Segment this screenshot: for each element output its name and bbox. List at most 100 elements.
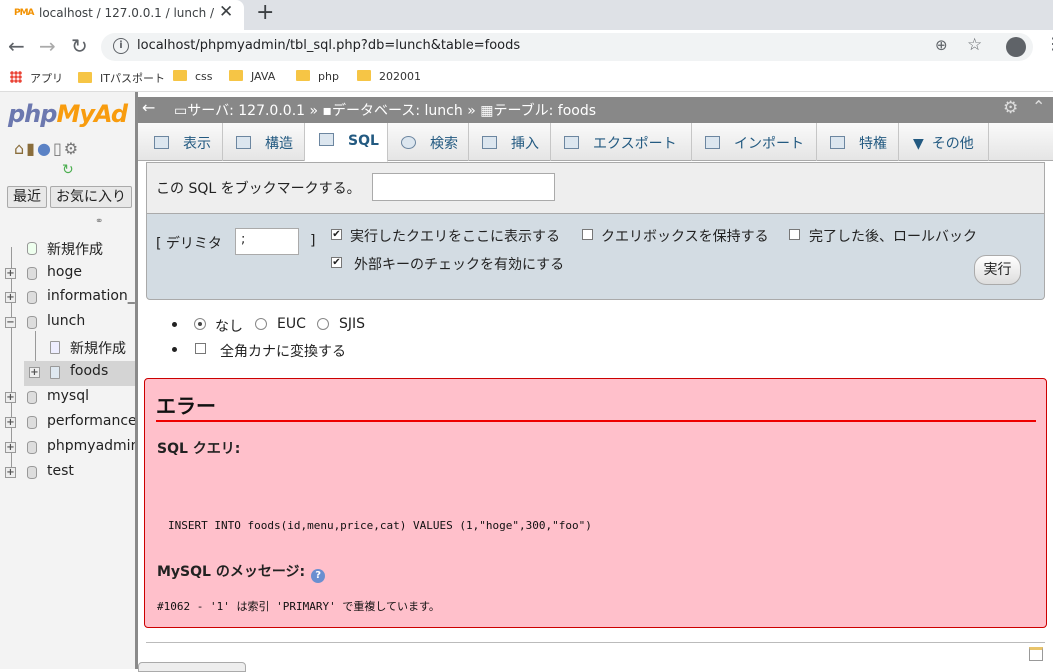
expand-icon[interactable]: +	[5, 268, 16, 279]
breadcrumb-table[interactable]: テーブル: foods	[493, 103, 596, 119]
breadcrumb-server[interactable]: サーバ: 127.0.0.1	[187, 103, 305, 119]
error-title: エラー	[156, 394, 216, 418]
collapse-icon[interactable]: −	[5, 317, 16, 328]
list-bullet	[172, 347, 177, 352]
tab-sql[interactable]: SQL	[305, 123, 388, 162]
keep-box-checkbox[interactable]	[582, 229, 593, 240]
collapse-top-icon[interactable]: ⌃	[1032, 97, 1045, 116]
settings-gear-icon[interactable]: ⚙	[64, 139, 80, 158]
help-icon[interactable]: ?	[311, 569, 326, 583]
logo-text-myadmin: MyAd	[56, 100, 128, 128]
charset-none-label: なし	[215, 319, 243, 335]
tree-item-performance-schema[interactable]: + performance	[0, 411, 135, 436]
breadcrumb-database[interactable]: データベース: lunch	[332, 103, 463, 119]
kana-checkbox[interactable]	[195, 343, 206, 354]
delimiter-input[interactable]: ;	[235, 228, 299, 255]
expand-icon[interactable]: +	[5, 392, 16, 403]
tab-more[interactable]: ▼ その他	[899, 123, 989, 161]
expand-icon[interactable]: +	[5, 417, 16, 428]
info-icon[interactable]: i	[113, 38, 129, 54]
tab-privileges[interactable]: 特権	[817, 123, 899, 161]
charset-euc-label: EUC	[277, 316, 306, 332]
tree-item-information-schema[interactable]: + information_	[0, 286, 135, 311]
tab-structure[interactable]: 構造	[223, 123, 305, 161]
url-input[interactable]: i localhost/phpmyadmin/tbl_sql.php?db=lu…	[101, 33, 1053, 61]
favorites-button[interactable]: お気に入り	[50, 186, 132, 208]
expand-icon[interactable]: +	[5, 442, 16, 453]
new-tab-button[interactable]: +	[256, 0, 274, 25]
tab-insert[interactable]: 挿入	[469, 123, 551, 161]
browser-menu-icon[interactable]: ⋮	[1045, 34, 1053, 53]
tab-import[interactable]: インポート	[692, 123, 817, 161]
rollback-label: 完了した後、ロールバック	[809, 229, 977, 245]
logout-icon[interactable]: ▮	[26, 139, 37, 158]
tree-item-foods[interactable]: + foods	[24, 361, 135, 386]
show-query-label: 実行したクエリをここに表示する	[350, 229, 560, 245]
tab-label: 構造	[265, 136, 293, 152]
bookmark-java[interactable]: JAVA	[229, 70, 275, 83]
settings-gear-icon[interactable]: ⚙	[1003, 98, 1018, 118]
show-query-checkbox[interactable]: ✔	[331, 229, 342, 240]
phpmyadmin-logo[interactable]: phpMyAd	[8, 100, 128, 128]
tree-item-phpmyadmin[interactable]: + phpmyadmin	[0, 436, 135, 461]
bookmark-css[interactable]: css	[173, 70, 213, 83]
tree-item-lunch[interactable]: − lunch	[0, 311, 135, 336]
collapse-nav-arrow-icon[interactable]: ←	[142, 98, 155, 117]
foreign-key-checkbox[interactable]: ✔	[331, 257, 342, 268]
browser-tab[interactable]: PMA localhost / 127.0.0.1 / lunch / foo …	[0, 0, 244, 30]
phpmyadmin-favicon-icon: PMA	[14, 8, 35, 18]
database-icon	[27, 291, 37, 304]
database-icon	[27, 466, 37, 479]
tree-item-label: hoge	[47, 264, 82, 280]
tree-item-label: mysql	[47, 388, 89, 404]
bookmark-itpassport[interactable]: ITパスポート	[78, 70, 165, 86]
tab-label: 検索	[430, 136, 458, 152]
rollback-checkbox[interactable]	[789, 229, 800, 240]
folder-icon	[229, 70, 243, 81]
tree-item-new-database[interactable]: 新規作成	[0, 237, 135, 262]
bookmark-star-icon[interactable]: ☆	[967, 35, 982, 55]
charset-euc-radio[interactable]	[255, 318, 267, 330]
docs-icon[interactable]: ▯	[53, 139, 64, 158]
tree-item-new-table[interactable]: 新規作成	[0, 336, 135, 361]
table-tabs: 表示 構造 SQL 検索 挿入 エクスポート インポート 特権 ▼ その他	[138, 123, 1053, 162]
tab-browse[interactable]: 表示	[138, 123, 223, 161]
table-small-icon: ▦	[480, 103, 494, 119]
bookmark-apps[interactable]: アプリ	[10, 70, 63, 86]
reload-icon[interactable]: ↻	[71, 34, 88, 58]
tree-item-hoge[interactable]: + hoge	[0, 262, 135, 287]
recent-button[interactable]: 最近	[7, 186, 47, 208]
folder-icon	[357, 70, 371, 81]
charset-sjis-radio[interactable]	[317, 318, 329, 330]
tree-item-label: foods	[70, 363, 109, 379]
charset-none-radio[interactable]	[194, 318, 206, 330]
expand-icon[interactable]: +	[5, 292, 16, 303]
tab-label: 表示	[183, 136, 211, 152]
notepad-icon[interactable]	[1029, 647, 1043, 661]
tree-item-test[interactable]: + test	[0, 461, 135, 486]
mysql-message-heading: MySQL のメッセージ:?	[157, 561, 326, 583]
reload-nav-icon[interactable]: ↻	[62, 162, 74, 178]
table-icon	[50, 366, 60, 379]
console-tab[interactable]	[138, 662, 246, 672]
back-arrow-icon[interactable]: ←	[8, 34, 25, 58]
bookmark-label: アプリ	[30, 72, 63, 85]
expand-icon[interactable]: +	[29, 367, 40, 378]
link-chain-icon[interactable]: ⚭	[95, 216, 103, 227]
account-avatar-icon[interactable]	[1006, 37, 1026, 57]
zoom-icon[interactable]: ⊕	[935, 36, 948, 54]
tree-item-mysql[interactable]: + mysql	[0, 386, 135, 411]
privileges-icon	[830, 136, 845, 149]
tab-search[interactable]: 検索	[388, 123, 469, 161]
bookmark-202001[interactable]: 202001	[357, 70, 421, 83]
expand-icon[interactable]: +	[5, 467, 16, 478]
tab-export[interactable]: エクスポート	[551, 123, 692, 161]
help-icon[interactable]: ●	[37, 139, 53, 158]
close-tab-icon[interactable]: ✕	[219, 2, 233, 22]
forward-arrow-icon[interactable]: →	[39, 34, 56, 58]
bookmark-php[interactable]: php	[296, 70, 339, 83]
go-button[interactable]: 実行	[974, 255, 1021, 285]
import-icon	[705, 136, 720, 149]
bookmark-name-input[interactable]	[372, 173, 555, 201]
home-icon[interactable]: ⌂	[14, 139, 26, 158]
